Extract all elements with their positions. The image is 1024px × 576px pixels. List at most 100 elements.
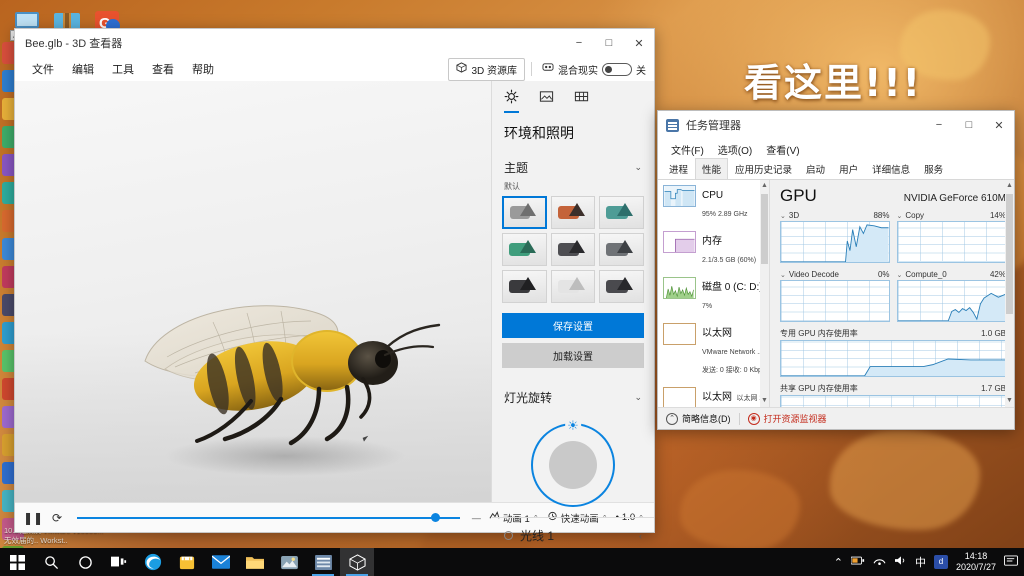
theme-swatch[interactable] [550,233,596,266]
tab-app-history[interactable]: 应用历史记录 [728,158,799,179]
tab-services[interactable]: 服务 [917,158,950,179]
resource-monitor-icon: ◉ [747,412,760,425]
mail-button[interactable] [204,548,238,576]
notification-icon[interactable] [1004,554,1018,570]
close-button[interactable]: ✕ [624,29,654,57]
menu-view[interactable]: 查看 [143,58,183,80]
chevron-down-icon[interactable]: ⌄ [897,272,903,279]
resource-item-memory[interactable]: 内存 2.1/3.5 GB (60%) [658,226,769,272]
loop-icon[interactable]: ⟳ [45,506,69,530]
scroll-up-arrow[interactable]: ▲ [760,180,769,192]
viewer-titlebar[interactable]: Bee.glb - 3D 查看器 − □ ✕ [15,29,654,57]
taskmgr-title: 任务管理器 [686,120,741,132]
menu-options[interactable]: 选项(O) [711,140,759,159]
resource-item-ethernet-2[interactable]: 以太网 以太网 2 发送: 0 接收: 0 Kbps [658,382,769,407]
chevron-up-icon[interactable]: ⌃ [834,556,843,569]
save-settings-button[interactable]: 保存设置 [502,313,644,338]
scrollbar-thumb[interactable] [761,194,768,264]
rotation-section-header[interactable]: 灯光旋转 ⌄ [492,381,654,411]
theme-swatch[interactable] [502,196,547,229]
pause-icon[interactable]: ❚❚ [21,506,45,530]
resource-item-disk[interactable]: 磁盘 0 (C: D:) 7% [658,272,769,318]
theme-swatch[interactable] [550,196,596,229]
detail-scrollbar[interactable]: ▲ ▼ [1005,180,1014,407]
theme-swatch[interactable] [599,196,644,229]
timeline-slider[interactable] [77,511,460,525]
battery-icon[interactable] [850,555,865,569]
store-button[interactable] [170,548,204,576]
rotation-section-title: 灯光旋转 [504,391,553,405]
task-manager-window[interactable]: 任务管理器 − □ ✕ 文件(F) 选项(O) 查看(V) 进程 性能 应用历史… [657,110,1015,430]
explorer-button[interactable] [238,548,272,576]
tab-startup[interactable]: 启动 [799,158,832,179]
network-icon[interactable] [873,555,886,569]
resource-list-scrollbar[interactable]: ▲ ▼ [760,180,769,407]
tab-performance[interactable]: 性能 [695,158,729,179]
theme-section-header[interactable]: 主题 ⌄ [492,151,654,181]
photos-button[interactable] [272,548,306,576]
tab-users[interactable]: 用户 [832,158,865,179]
light-rotation-dial[interactable]: ☀ [531,418,615,507]
theme-swatch[interactable] [502,270,547,303]
load-settings-button[interactable]: 加载设置 [502,343,644,368]
chevron-down-icon[interactable]: ⌄ [780,272,786,279]
ime-app-icon[interactable]: d [933,555,948,569]
watermark-text: 看这里!!! [744,61,922,105]
tab-grid[interactable] [574,89,589,113]
graph-value: 0% [877,270,890,279]
open-resource-monitor-button[interactable]: ◉ 打开资源监视器 [747,412,827,425]
tab-lighting[interactable] [504,89,519,113]
chevron-down-icon[interactable]: ⌄ [780,213,786,220]
timeline-thumb[interactable] [431,513,441,522]
scroll-down-arrow[interactable]: ▼ [1005,395,1014,407]
menu-tools[interactable]: 工具 [103,58,143,80]
disk-sparkline [663,277,696,299]
resource-name: 内存 [702,236,722,247]
tab-background[interactable] [539,89,554,113]
theme-swatch[interactable] [599,270,644,303]
maximize-button[interactable]: □ [954,111,984,139]
scrollbar-thumb[interactable] [1006,194,1013,314]
volume-icon[interactable] [894,555,907,569]
scroll-down-arrow[interactable]: ▼ [760,395,769,407]
mixed-reality-toggle[interactable] [602,62,632,76]
cortana-button[interactable] [68,548,102,576]
menu-help[interactable]: 帮助 [183,58,223,80]
minimize-button[interactable]: − [924,111,954,139]
taskbar-clock[interactable]: 14:18 2020/7/27 [956,551,996,574]
mixed-reality-control[interactable]: 混合现实 关 [538,59,650,80]
search-button[interactable] [34,548,68,576]
close-button[interactable]: ✕ [984,111,1014,139]
tab-details[interactable]: 详细信息 [865,158,917,179]
chevron-down-icon[interactable]: ⌄ [897,213,903,220]
menu-view[interactable]: 查看(V) [759,140,806,159]
tab-processes[interactable]: 进程 [662,158,695,179]
start-button[interactable] [0,548,34,576]
taskmgr-titlebar[interactable]: 任务管理器 − □ ✕ [658,111,1014,139]
minimize-button[interactable]: − [564,29,594,57]
theme-swatch[interactable] [550,270,596,303]
taskmgr-tabs: 进程 性能 应用历史记录 启动 用户 详细信息 服务 [658,158,1014,180]
memory-graph-value: 1.0 GB [981,329,1006,338]
ime-indicator[interactable]: 中 [915,554,926,570]
collapse-info-button[interactable]: ⌃ 简略信息(D) [666,412,731,425]
resource-item-ethernet-1[interactable]: 以太网 VMware Network .. 发送: 0 接收: 0 Kbps [658,318,769,382]
edge-button[interactable] [136,548,170,576]
menu-file[interactable]: 文件 [23,58,63,80]
theme-swatch[interactable] [502,233,547,266]
resource-item-cpu[interactable]: CPU 95% 2.89 GHz [658,180,769,226]
menu-edit[interactable]: 编辑 [63,58,103,80]
memory-graph-label: 专用 GPU 内存使用率 [780,329,858,338]
task-view-button[interactable] [102,548,136,576]
scroll-up-arrow[interactable]: ▲ [1005,180,1014,192]
theme-swatch[interactable] [599,233,644,266]
menu-file[interactable]: 文件(F) [664,140,711,159]
maximize-button[interactable]: □ [594,29,624,57]
3d-viewport[interactable] [15,81,491,502]
taskmgr-button[interactable] [306,548,340,576]
resource-list[interactable]: CPU 95% 2.89 GHz 内存 2.1/3.5 GB (60%) 磁盘 … [658,180,770,407]
viewer-button[interactable] [340,548,374,576]
3d-viewer-window[interactable]: Bee.glb - 3D 查看器 − □ ✕ 文件 编辑 工具 查看 帮助 3D… [14,28,655,576]
3d-library-button[interactable]: 3D 资源库 [448,57,525,81]
radio-icon[interactable] [504,531,513,540]
